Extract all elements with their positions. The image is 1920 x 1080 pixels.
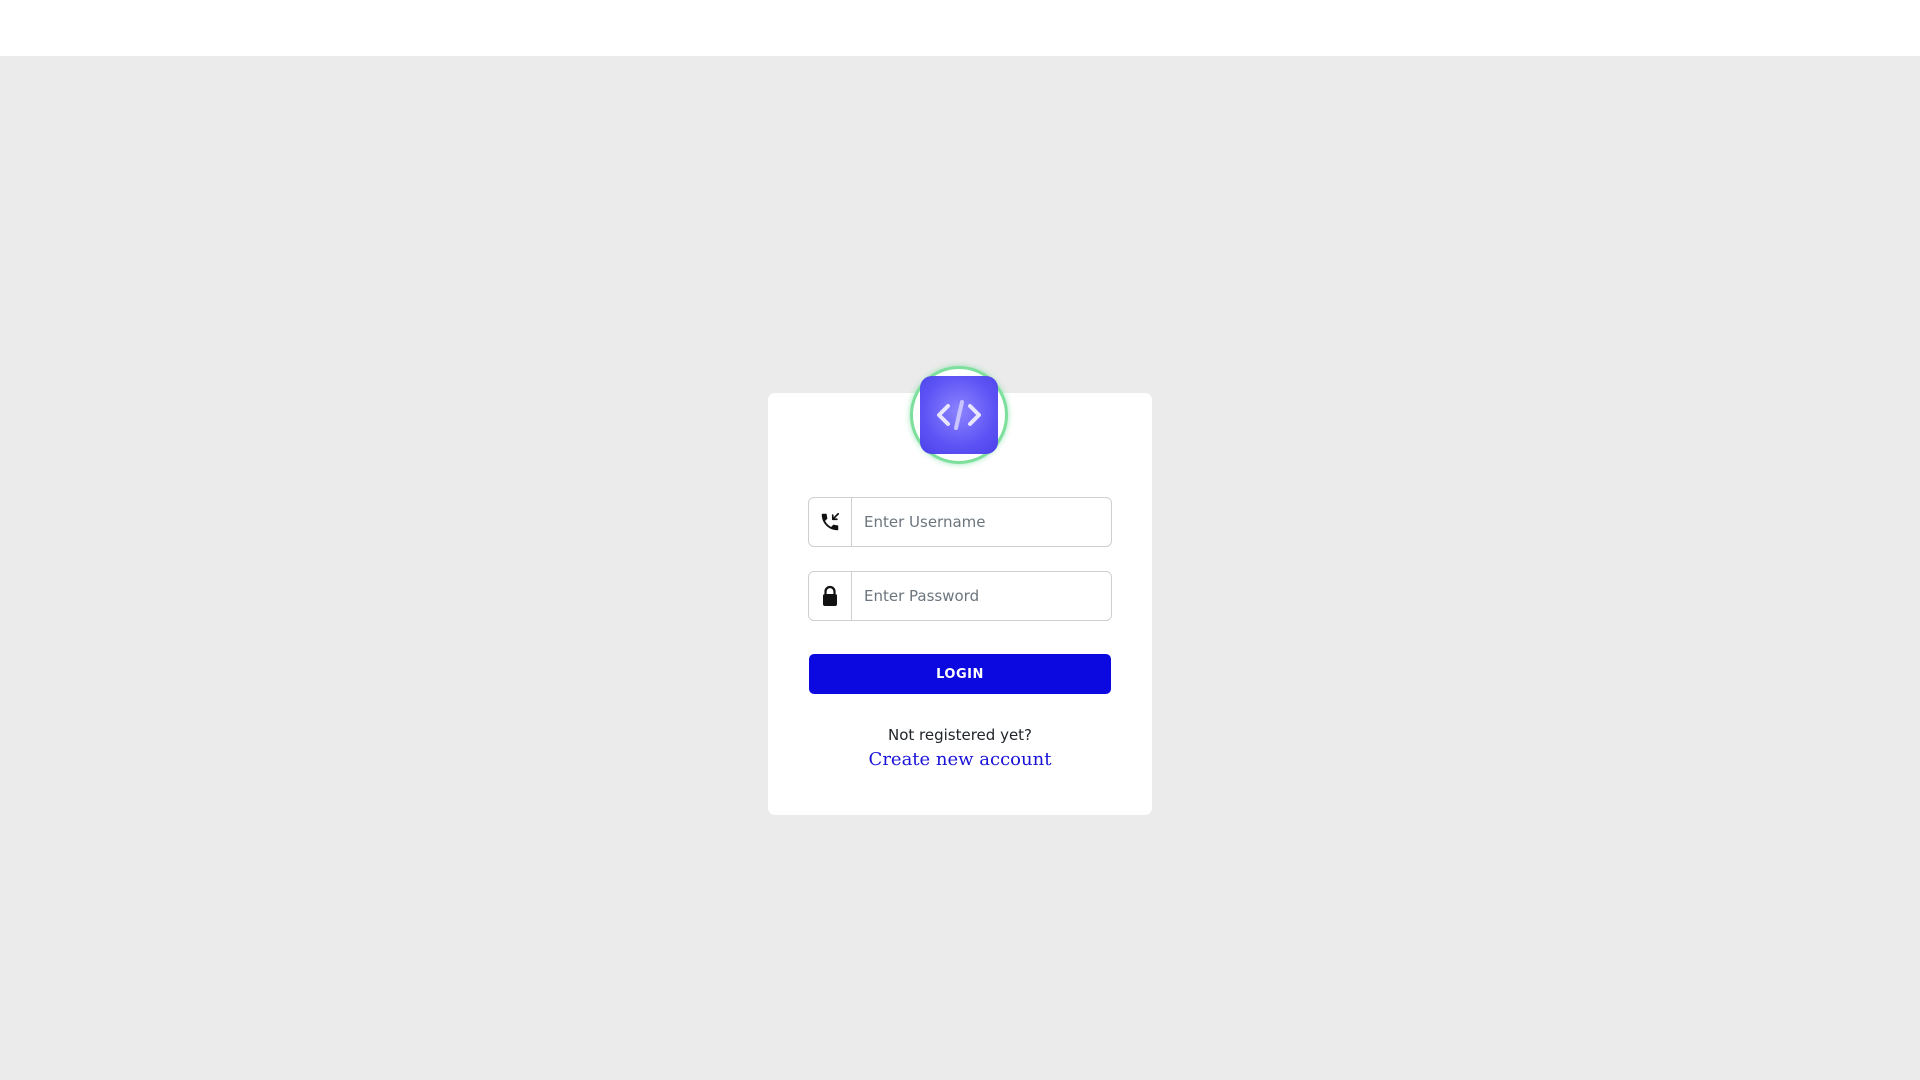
signup-link-container: Create new account	[768, 749, 1152, 770]
password-field	[808, 571, 1112, 621]
phone-incoming-icon	[821, 512, 840, 531]
signup-prompt: Not registered yet?	[887, 726, 1033, 744]
username-field-icon	[809, 498, 852, 546]
login-button[interactable]: LOGIN	[809, 654, 1111, 694]
logo-tile	[920, 376, 998, 454]
username-input[interactable]	[852, 498, 1111, 546]
username-field	[808, 497, 1112, 547]
code-icon	[937, 400, 981, 430]
password-field-icon	[809, 572, 852, 620]
app-logo	[910, 366, 1008, 464]
create-account-link[interactable]: Create new account	[869, 749, 1052, 770]
password-input[interactable]	[852, 572, 1111, 620]
top-bar	[0, 0, 1920, 56]
lock-icon	[823, 585, 837, 606]
